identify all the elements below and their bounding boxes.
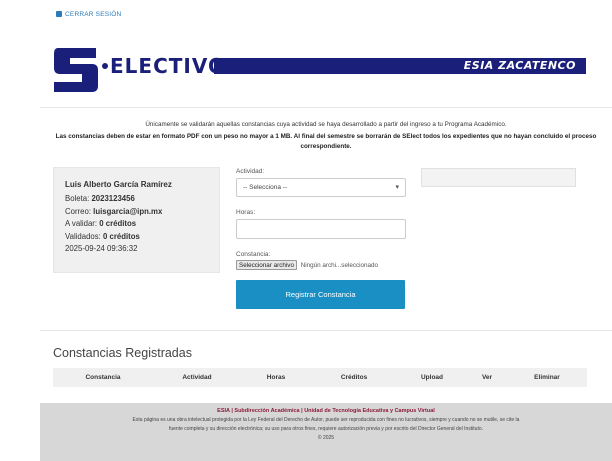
notice-line-1: Únicamente se validarán aquellas constan… [145, 121, 507, 128]
logo-text: ELECTIVO [102, 56, 226, 76]
profile-card: Luis Alberto García Ramírez Boleta: 2023… [53, 167, 220, 273]
column-header-ver: Ver [481, 374, 493, 381]
actividad-select[interactable]: -- Selecciona -- ▾ [236, 178, 406, 197]
actividad-label: Actividad: [236, 168, 265, 175]
correo-row: Correo: luisgarcia@ipn.mx [65, 206, 163, 216]
horas-label: Horas: [236, 209, 256, 216]
horas-input[interactable] [236, 219, 406, 239]
column-header-actividad: Actividad [182, 374, 212, 381]
site-banner: ELECTIVO ESIA ZACATENCO [52, 44, 586, 92]
logo-s-icon [54, 48, 98, 92]
school-label: ESIA ZACATENCO [463, 59, 576, 72]
logout-link[interactable]: CERRAR SESIÓN [56, 11, 121, 18]
divider [40, 330, 612, 331]
footer: ESIA | Subdirección Académica | Unidad d… [40, 403, 612, 461]
column-header-upload: Upload [420, 374, 444, 381]
column-header-horas: Horas [266, 374, 286, 381]
section-title: Constancias Registradas [53, 346, 192, 360]
table-header: Constancia Actividad Horas Créditos Uplo… [53, 368, 587, 387]
chevron-down-icon: ▾ [395, 184, 399, 191]
info-box [421, 168, 576, 187]
boleta-row: Boleta: 2023123456 [65, 194, 135, 203]
footer-copyright: © 2025 [317, 435, 335, 441]
divider [40, 107, 612, 108]
column-header-creditos: Créditos [340, 374, 368, 381]
validados-row: Validados: 0 créditos [65, 231, 140, 241]
timestamp: 2025-09-24 09:36:32 [65, 244, 138, 254]
file-picker: Seleccionar archivo Ningún archi...selec… [236, 260, 411, 271]
column-header-constancia: Constancia [85, 374, 121, 381]
top-bar: CERRAR SESIÓN [0, 0, 612, 28]
avalidar-row: A validar: 0 créditos [65, 219, 137, 229]
choose-file-button[interactable]: Seleccionar archivo [236, 260, 297, 270]
file-status: Ningún archi...seleccionado [300, 262, 379, 269]
column-header-eliminar: Eliminar [534, 374, 560, 381]
constancia-label: Constancia: [236, 251, 271, 258]
actividad-value: -- Selecciona -- [243, 184, 288, 191]
logout-label: CERRAR SESIÓN [65, 11, 122, 18]
footer-legal: Esta página es una obra intelectual prot… [132, 417, 520, 432]
footer-title: ESIA | Subdirección Académica | Unidad d… [217, 408, 435, 414]
notice-line-2: Las constancias deben de estar en format… [55, 133, 597, 150]
user-name: Luis Alberto García Ramírez [65, 180, 172, 189]
person-icon [56, 11, 62, 17]
register-button[interactable]: Registrar Constancia [236, 280, 405, 309]
logo-bar: ESIA ZACATENCO [214, 58, 586, 74]
